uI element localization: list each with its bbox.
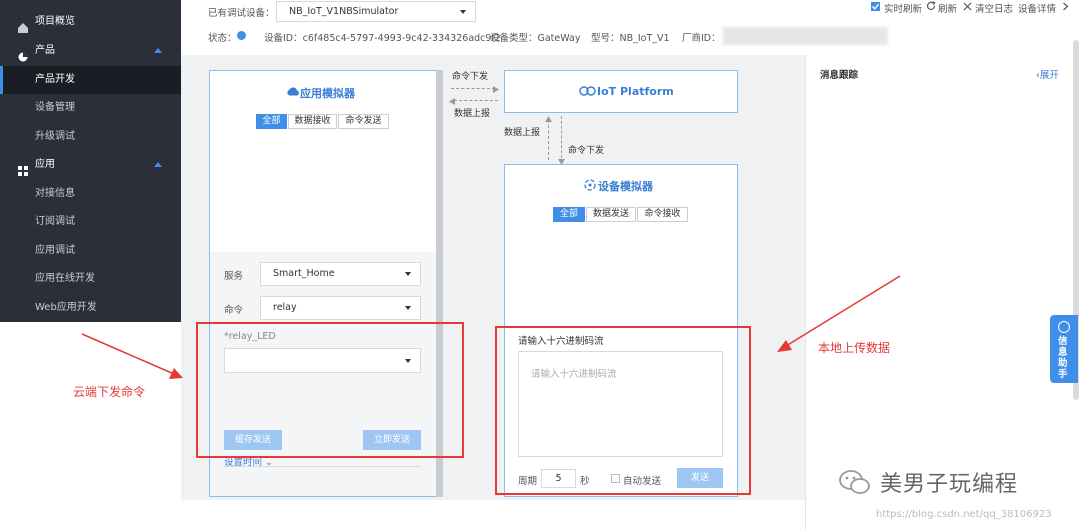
wechat-logo-icon <box>838 468 872 496</box>
left-annotation-arrow <box>81 333 183 379</box>
watermark-url: https://blog.csdn.net/qq_38106923 <box>876 509 1052 520</box>
annotation-right: 本地上传数据 <box>818 341 891 355</box>
watermark-brand: 美男子玩编程 <box>880 472 1019 497</box>
annotation-left: 云端下发命令 <box>73 385 146 399</box>
annotation-arrows <box>81 275 901 379</box>
